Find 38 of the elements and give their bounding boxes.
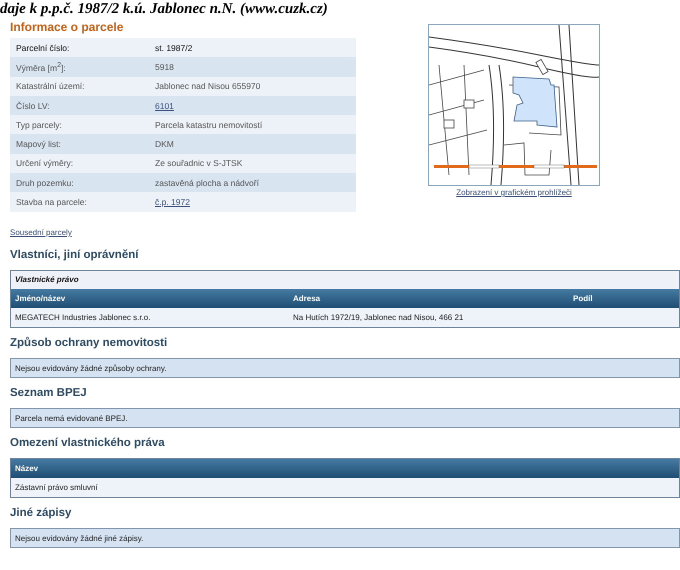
field-label: Mapový list: — [10, 134, 149, 154]
field-label: Číslo LV: — [10, 96, 149, 116]
page-caption: daje k p.p.č. 1987/2 k.ú. Jablonec n.N. (www.cuzk.cz) — [0, 2, 328, 17]
field-value: Ze souřadnic v S-JTSK — [149, 154, 356, 174]
table-caption: Vlastnické právo — [11, 270, 679, 289]
column-header: Podíl — [572, 294, 594, 303]
section-title: Informace o parcele — [10, 20, 124, 34]
field-label: Parcelní číslo: — [10, 38, 149, 58]
section-title: Způsob ochrany nemovitosti — [10, 336, 168, 350]
section-title: Seznam BPEJ — [10, 386, 88, 400]
column-header: Adresa — [292, 294, 322, 303]
table-cell-text: Na Hutích 1972/19, Jablonec nad Nisou, 466 21 — [292, 312, 464, 322]
column-header: Jméno/název — [14, 294, 66, 303]
field-value: st. 1987/2 — [149, 38, 356, 58]
field-value: Jablonec nad Nisou 655970 — [149, 76, 356, 96]
table-cell-text: MEGATECH Industries Jablonec s.r.o. — [14, 312, 152, 322]
info-message: Nejsou evidovány žádné způsoby ochrany. — [10, 358, 680, 378]
field-label: Katastrální území: — [10, 76, 149, 96]
neighbors-link[interactable]: Sousední parcely — [10, 228, 72, 237]
field-label: Typ parcely: — [10, 115, 149, 134]
table-cell-text: Zástavní právo smluvní — [14, 482, 99, 492]
field-value: DKM — [149, 134, 356, 154]
field-label: Výměra [m$^{2}$]: — [10, 57, 149, 77]
field-label: Druh pozemku: — [10, 173, 149, 192]
field-label: Stavba na parcele: — [10, 192, 149, 212]
field-value: zastavěná plocha a nádvoří — [149, 173, 356, 192]
field-label: Určení výměry: — [10, 154, 149, 174]
value-link[interactable]: č.p. 1972 — [155, 197, 190, 208]
section-title: Vlastníci, jiní oprávnění — [10, 248, 140, 262]
value-link[interactable]: 6101 — [155, 100, 174, 111]
section-title: Omezení vlastnického práva — [10, 436, 166, 450]
info-message: Parcela nemá evidované BPEJ. — [10, 408, 680, 428]
viewer-link[interactable]: Zobrazení v grafickém prohlížeči — [456, 188, 572, 197]
field-value: 5918 — [149, 57, 356, 77]
section-title: Jiné zápisy — [10, 506, 72, 520]
field-value: Parcela katastru nemovitostí — [149, 115, 356, 134]
info-message: Nejsou evidovány žádné jiné zápisy. — [10, 528, 680, 548]
column-header: Název — [14, 464, 40, 473]
